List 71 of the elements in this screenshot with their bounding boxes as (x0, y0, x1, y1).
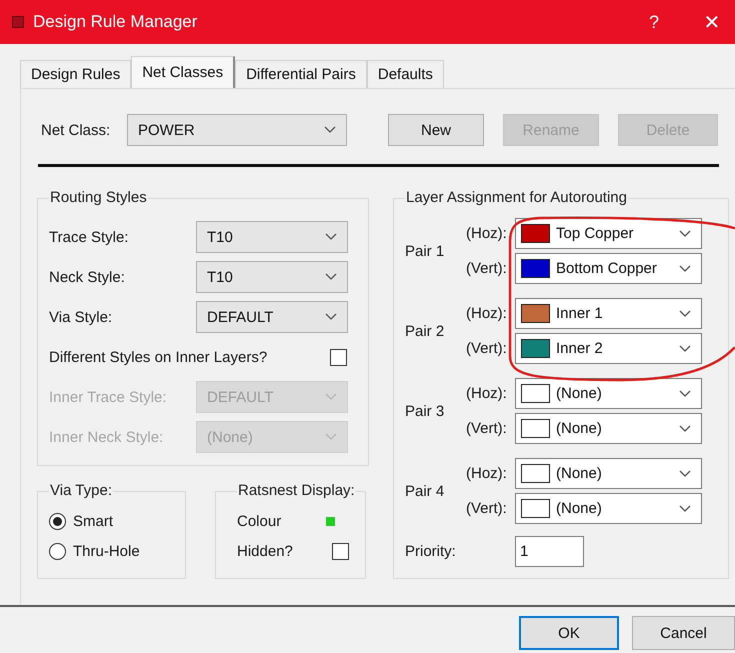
field-label: Trace Style: (49, 228, 130, 246)
chevron-down-icon (679, 230, 691, 238)
tab[interactable]: Net Classes (131, 56, 236, 88)
group-title: Ratsnest Display: (237, 482, 356, 500)
net-class-dropdown[interactable]: POWER (127, 114, 347, 146)
window-title: Design Rule Manager (33, 12, 198, 32)
chevron-down-icon (679, 390, 691, 398)
group-title: Via Type: (49, 482, 113, 500)
direction-label: (Hoz): (466, 305, 508, 322)
group-title: Routing Styles (49, 189, 148, 207)
chevron-down-icon (325, 273, 337, 281)
direction-label: (Hoz): (466, 385, 508, 402)
close-button[interactable]: ✕ (689, 0, 735, 44)
checkbox-label: Different Styles on Inner Layers? (49, 348, 268, 366)
layer-dropdown[interactable]: Inner 2 (515, 333, 702, 364)
layer-dropdown[interactable]: (None) (515, 378, 702, 409)
layer-dropdown[interactable]: Inner 1 (515, 298, 702, 329)
radio-button[interactable] (49, 512, 66, 530)
group-title: Layer Assignment for Autorouting (405, 189, 628, 207)
layer-dropdown[interactable]: Top Copper (515, 218, 702, 249)
dialog-button[interactable]: OK (519, 616, 619, 650)
chevron-down-icon (679, 264, 691, 272)
tab[interactable]: Design Rules (20, 60, 132, 88)
tab[interactable]: Defaults (366, 60, 444, 88)
field-label: Neck Style: (49, 268, 126, 286)
checkbox[interactable] (330, 348, 347, 366)
tab[interactable]: Differential Pairs (235, 60, 367, 88)
direction-label: (Vert): (466, 500, 508, 517)
chevron-down-icon (324, 126, 336, 134)
app-icon (12, 16, 24, 28)
style-dropdown[interactable]: T10 (196, 221, 348, 253)
style-dropdown[interactable]: T10 (196, 261, 348, 293)
field-label: Net Class: (40, 122, 112, 138)
radio-label: Thru-Hole (73, 542, 140, 560)
chevron-down-icon (679, 504, 691, 512)
pair-label: Pair 1 (405, 242, 446, 260)
colour-swatch[interactable] (326, 516, 335, 526)
chevron-down-icon (679, 310, 691, 318)
chevron-down-icon (325, 393, 337, 401)
checkbox[interactable] (332, 542, 349, 560)
direction-label: (Hoz): (466, 225, 508, 242)
radio-button[interactable] (49, 542, 66, 560)
pair-label: Pair 2 (405, 322, 446, 340)
radio-label: Smart (73, 512, 114, 530)
direction-label: (Vert): (466, 340, 508, 357)
layer-dropdown[interactable]: (None) (515, 458, 702, 489)
field-label: Priority: (405, 543, 457, 560)
chevron-down-icon (325, 233, 337, 241)
chevron-down-icon (679, 424, 691, 432)
field-label: Inner Neck Style: (49, 428, 164, 446)
field-label: Inner Trace Style: (49, 388, 168, 406)
layer-dropdown[interactable]: Bottom Copper (515, 253, 702, 284)
chevron-down-icon (679, 344, 691, 352)
chevron-down-icon (325, 313, 337, 321)
field-label: Via Style: (49, 308, 114, 326)
layer-dropdown[interactable]: (None) (515, 493, 702, 524)
priority-field[interactable]: 1 (515, 536, 584, 567)
help-button[interactable]: ? (639, 0, 669, 44)
chevron-down-icon (325, 433, 337, 441)
pair-label: Pair 3 (405, 402, 446, 420)
chevron-down-icon (679, 470, 691, 478)
style-dropdown[interactable]: DEFAULT (196, 301, 348, 333)
dialog-button[interactable]: Cancel (632, 616, 735, 650)
direction-label: (Vert): (466, 420, 508, 437)
layer-dropdown[interactable]: (None) (515, 413, 702, 444)
field-label: Colour (237, 512, 282, 530)
direction-label: (Hoz): (466, 465, 508, 482)
pair-label: Pair 4 (405, 482, 446, 500)
class-button[interactable]: New (388, 114, 484, 146)
direction-label: (Vert): (466, 260, 508, 277)
checkbox-label: Hidden? (237, 542, 293, 560)
